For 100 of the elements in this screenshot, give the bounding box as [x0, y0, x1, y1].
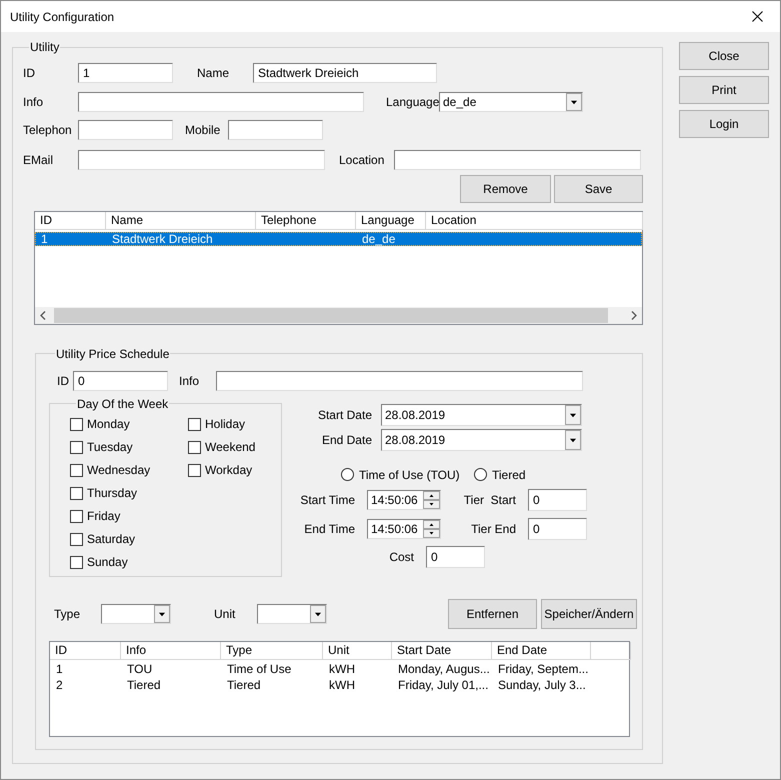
group-title: Utility — [29, 40, 60, 54]
list-row[interactable]: 2 Tiered Tiered kWH Friday, July 01,... Sunday, July 3... — [50, 678, 629, 692]
field-label: Type — [54, 606, 82, 620]
checkbox[interactable] — [70, 556, 83, 568]
column-header[interactable]: Type — [221, 642, 323, 660]
list-row[interactable]: 1 Stadtwerk Dreieich de_de — [35, 232, 642, 246]
checkbox-label: Workday — [205, 463, 254, 477]
table-cell-text: Monday, Augus... — [397, 662, 491, 674]
field-label: Language — [386, 95, 439, 109]
end-time-field[interactable]: 14:50:06 — [367, 518, 441, 538]
print-button[interactable]: Print — [679, 76, 769, 104]
id-field[interactable]: 1 — [78, 63, 173, 83]
checkbox-label: Thursday — [87, 486, 138, 500]
field-label: Start Date — [316, 408, 373, 422]
info-field[interactable] — [78, 92, 364, 112]
column-header[interactable]: Language — [356, 212, 426, 230]
checkbox[interactable] — [188, 418, 201, 430]
cost-field[interactable]: 0 — [426, 546, 485, 568]
save-button[interactable]: Save — [554, 175, 643, 203]
table-cell-text: Stadtwerk Dreieich — [111, 233, 214, 245]
field-label: ID — [23, 66, 36, 80]
checkbox-label: Friday — [87, 509, 122, 523]
remove-button[interactable]: Remove — [460, 175, 551, 203]
radio-button[interactable] — [341, 468, 354, 481]
list-row[interactable]: 1 TOU Time of Use kWH Monday, Augus... Friday, Septem... — [50, 662, 629, 676]
field-label: Location — [339, 153, 386, 167]
field-label: Tier End — [470, 522, 516, 536]
column-header[interactable]: Location — [426, 212, 643, 230]
type-dropdown[interactable] — [101, 604, 171, 624]
checkbox-label: Weekend — [205, 440, 256, 454]
start-date-picker[interactable]: 28.08.2019 — [381, 404, 582, 426]
field-label: Mobile — [185, 123, 222, 137]
tier-start-field[interactable]: 0 — [528, 488, 587, 510]
remove-button[interactable]: Entfernen — [448, 598, 537, 628]
field-label: End Time — [303, 522, 356, 536]
name-field[interactable]: Stadtwerk Dreieich — [253, 63, 437, 83]
table-cell-text: Time of Use — [226, 662, 292, 674]
radio-label: Tiered — [492, 468, 527, 482]
radio-label: Time of Use (TOU) — [359, 468, 461, 482]
checkbox[interactable] — [188, 464, 201, 476]
checkbox[interactable] — [70, 532, 83, 546]
close-icon — [752, 11, 762, 22]
column-header[interactable]: Telephone — [256, 212, 356, 230]
table-cell-text: Sunday, July 3... — [497, 678, 587, 690]
checkbox[interactable] — [70, 418, 83, 430]
spin-arrows-icon[interactable] — [423, 490, 440, 508]
field-label: Info — [23, 95, 44, 109]
table-cell-text: 1 — [55, 662, 64, 674]
checkbox-label: Saturday — [87, 532, 136, 546]
column-header[interactable]: End Date — [492, 642, 591, 660]
save-button[interactable]: Speicher/Ändern — [541, 598, 637, 628]
column-header[interactable]: Start Date — [392, 642, 492, 660]
language-dropdown[interactable]: de_de — [439, 92, 583, 112]
column-header[interactable]: ID — [35, 212, 106, 230]
table-cell-text: TOU — [126, 662, 154, 674]
field-label: ID — [57, 374, 70, 388]
end-date-picker[interactable]: 28.08.2019 — [381, 428, 582, 450]
start-time-field[interactable]: 14:50:06 — [367, 490, 441, 510]
checkbox-label: Holiday — [205, 417, 246, 431]
schedule-info-field[interactable] — [216, 370, 583, 390]
field-label: Tier Start — [462, 492, 516, 506]
checkbox-label: Tuesday — [87, 440, 134, 454]
field-label: Telephon — [23, 123, 73, 137]
spin-arrows-icon[interactable] — [423, 520, 440, 538]
field-label: Info — [179, 374, 200, 388]
telephone-field[interactable] — [78, 120, 173, 140]
column-header[interactable]: ID — [50, 642, 121, 660]
close-button[interactable]: Close — [679, 42, 769, 70]
mobile-field[interactable] — [228, 120, 323, 140]
table-cell-text: Friday, Septem... — [497, 662, 590, 674]
schedule-id-field[interactable]: 0 — [73, 370, 168, 390]
table-cell-text: 2 — [55, 678, 64, 690]
table-cell-text: kWH — [328, 678, 356, 690]
group-title: Day Of the Week — [76, 396, 170, 410]
column-header[interactable] — [591, 642, 631, 660]
checkbox-label: Wednesday — [87, 463, 152, 477]
checkbox-label: Sunday — [87, 555, 129, 569]
field-label: EMail — [23, 153, 54, 167]
checkbox[interactable] — [188, 440, 201, 454]
column-header[interactable]: Unit — [323, 642, 392, 660]
column-header[interactable]: Name — [106, 212, 256, 230]
horizontal-scrollbar[interactable] — [35, 307, 642, 324]
checkbox[interactable] — [70, 486, 83, 500]
tier-end-field[interactable]: 0 — [528, 518, 587, 540]
checkbox[interactable] — [70, 510, 83, 522]
unit-dropdown[interactable] — [257, 604, 327, 624]
radio-button[interactable] — [474, 468, 487, 481]
window-title: Utility Configuration — [10, 10, 114, 24]
field-label: End Date — [320, 432, 373, 446]
location-field[interactable] — [394, 150, 641, 170]
table-cell-text: Friday, July 01,... — [397, 678, 490, 690]
table-cell-text: Tiered — [126, 678, 162, 690]
login-button[interactable]: Login — [679, 110, 769, 138]
checkbox[interactable] — [70, 464, 83, 476]
table-cell-text: de_de — [361, 233, 396, 245]
checkbox-label: Monday — [87, 417, 131, 431]
column-header[interactable]: Info — [121, 642, 221, 660]
checkbox[interactable] — [70, 440, 83, 454]
email-field[interactable] — [78, 150, 325, 170]
table-cell-text: Tiered — [226, 678, 262, 690]
